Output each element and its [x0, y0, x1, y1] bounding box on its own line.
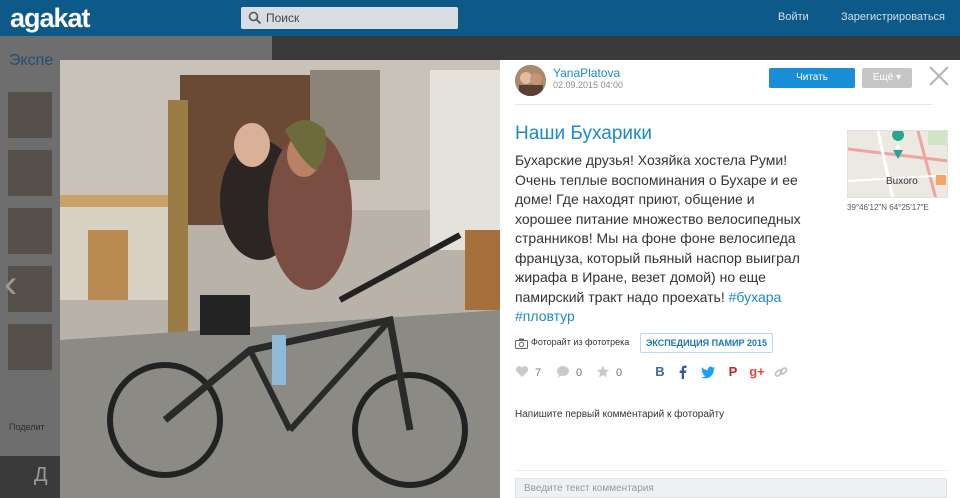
post-date: 02.09.2015 04:00 — [553, 80, 624, 90]
likes-count: 7 — [535, 367, 542, 379]
map-image: Buxoro — [848, 131, 947, 197]
hashtag-link[interactable]: #бухара — [729, 289, 782, 305]
thumbnail — [8, 150, 52, 196]
avatar[interactable] — [515, 65, 546, 96]
login-link[interactable]: Войти — [778, 11, 809, 23]
description-text: Бухарские друзья! Хозяйка хостела Руми! … — [515, 152, 801, 305]
share-vk-icon[interactable]: В — [652, 364, 668, 380]
link-glyph — [774, 367, 788, 377]
location-map[interactable]: Buxoro — [847, 130, 948, 198]
post-title: Наши Бухарики — [515, 123, 652, 144]
post-photo — [60, 60, 500, 498]
chevron-down-icon: ▾ — [896, 72, 902, 83]
expedition-badge[interactable]: ЭКСПЕДИЦИЯ ПАМИР 2015 — [640, 333, 773, 353]
header-divider — [515, 104, 932, 105]
thumbnail — [8, 324, 52, 370]
thumbnail — [8, 92, 52, 138]
comment-input[interactable]: Введите текст комментария — [515, 478, 947, 498]
share-pinterest-icon[interactable]: P — [725, 364, 741, 380]
photo-illustration — [60, 60, 500, 498]
share-facebook-icon[interactable] — [675, 364, 691, 380]
phototrek-label: Фоторайт из фототрека — [531, 337, 630, 347]
background-text: Д — [34, 464, 48, 486]
star-icon — [596, 365, 610, 378]
background-thumbnails — [8, 92, 52, 382]
avatar-image — [515, 65, 546, 96]
camera-icon — [515, 338, 528, 349]
comment-icon — [557, 366, 569, 378]
comment-divider — [515, 470, 947, 471]
favorites-stat[interactable]: 0 — [596, 365, 622, 379]
search-placeholder: Поиск — [266, 11, 300, 25]
heart-icon — [515, 366, 529, 377]
hashtag-link[interactable]: #пловтур — [515, 308, 575, 324]
close-icon[interactable] — [925, 62, 953, 90]
likes-stat[interactable]: 7 — [515, 365, 541, 379]
post-description: Бухарские друзья! Хозяйка хостела Руми! … — [515, 151, 815, 327]
post-panel: YanaPlatova 02.09.2015 04:00 Читать Ещё … — [500, 60, 960, 498]
prev-arrow-icon[interactable]: ‹ — [4, 262, 17, 307]
comments-count: 0 — [576, 367, 583, 379]
map-city-label: Buxoro — [886, 176, 918, 187]
share-twitter-icon[interactable] — [700, 364, 716, 380]
search-icon — [248, 11, 262, 25]
background-note: Поделит — [9, 422, 45, 432]
background-section-title: Экспе — [9, 52, 54, 69]
top-bar: agakat Поиск Войти Зарегистрироваться — [0, 0, 960, 36]
facebook-glyph — [679, 365, 687, 379]
register-link[interactable]: Зарегистрироваться — [841, 11, 945, 23]
more-button[interactable]: Ещё ▾ — [862, 68, 912, 88]
author-name[interactable]: YanaPlatova — [553, 66, 620, 80]
first-comment-prompt: Напишите первый комментарий к фоторайту — [515, 409, 725, 420]
search-bar[interactable]: Поиск — [241, 7, 458, 29]
twitter-glyph — [701, 366, 715, 379]
more-label: Ещё — [872, 72, 894, 83]
site-logo[interactable]: agakat — [10, 3, 91, 34]
share-googleplus-icon[interactable]: g+ — [749, 364, 765, 380]
coordinates: 39°46'12"N 64°25'17"E — [847, 203, 929, 212]
favorites-count: 0 — [616, 367, 623, 379]
read-button[interactable]: Читать — [769, 68, 855, 88]
comments-stat[interactable]: 0 — [556, 365, 582, 379]
thumbnail — [8, 208, 52, 254]
share-link-icon[interactable] — [773, 364, 789, 380]
